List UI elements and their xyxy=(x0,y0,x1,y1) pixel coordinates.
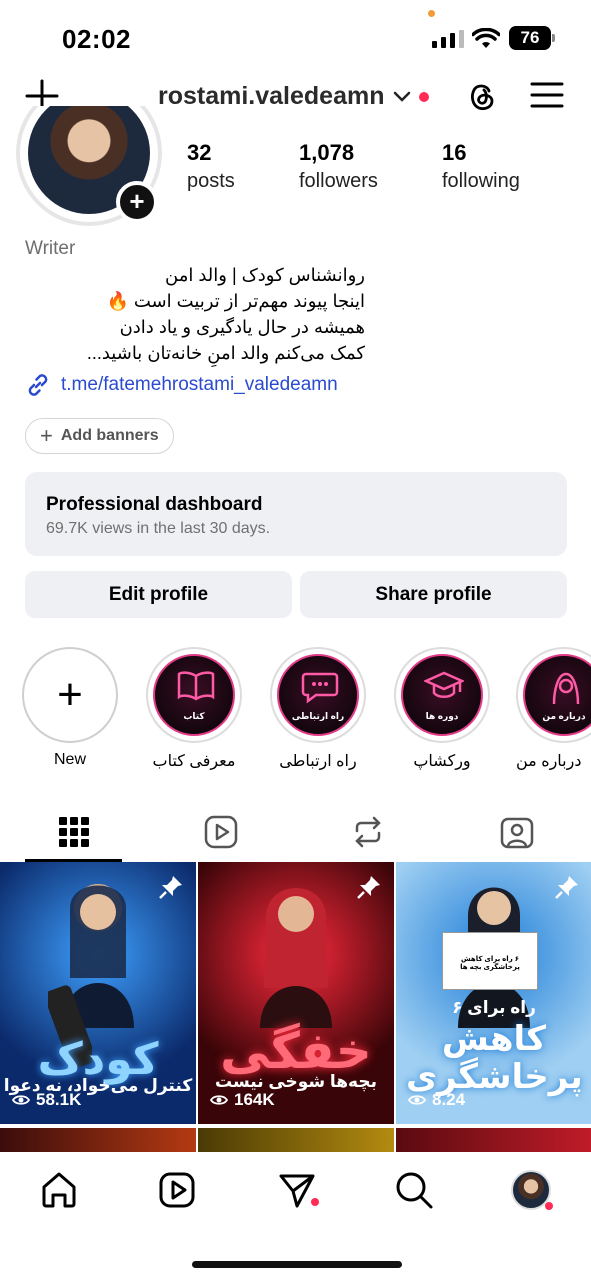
plus-icon: + xyxy=(40,423,53,448)
post-tile[interactable] xyxy=(198,1128,394,1152)
post-subline: ۶ راه برای xyxy=(452,998,536,1017)
post-views: 58.1K xyxy=(12,1090,81,1110)
stat-followers-label: followers xyxy=(299,170,378,192)
highlight-label: معرفی کتاب xyxy=(152,753,236,770)
stat-posts-label: posts xyxy=(187,170,235,192)
highlight-label: درباره من xyxy=(516,753,582,770)
chat-phone-icon xyxy=(301,672,339,704)
professional-dashboard[interactable]: Professional dashboard 69.7K views in th… xyxy=(25,472,567,556)
edit-profile-button[interactable]: Edit profile xyxy=(25,571,292,618)
views-count: 8.24 xyxy=(432,1090,466,1109)
stat-following-number: 16 xyxy=(442,140,467,165)
share-profile-button[interactable]: Share profile xyxy=(300,571,567,618)
stat-followers[interactable]: 1,078 followers xyxy=(299,140,378,193)
stat-posts-number: 32 xyxy=(187,140,212,165)
eye-icon xyxy=(210,1095,228,1105)
highlight-cover-caption: راه ارتباطی xyxy=(291,711,345,721)
bio-line: کمک می‌کنم والد امنِ خانه‌تان باشید... xyxy=(86,343,365,363)
threads-icon[interactable] xyxy=(464,78,500,114)
notification-dot xyxy=(418,91,429,102)
post-tile[interactable]: ۶ راه برای کاهش پرخاشگری بچه ها ۶ راه بر… xyxy=(396,862,591,1124)
status-time: 02:02 xyxy=(62,24,131,54)
pin-icon xyxy=(357,876,380,899)
reposts-tab[interactable] xyxy=(319,802,416,862)
highlight-cover-caption: درباره من xyxy=(542,711,586,721)
stat-following[interactable]: 16 following xyxy=(442,140,520,193)
post-views: 164K xyxy=(210,1090,275,1110)
graduation-cap-icon xyxy=(424,671,464,698)
username: rostami.valedeamn xyxy=(158,82,385,110)
highlight-book[interactable]: کتاب معرفی کتاب xyxy=(144,647,244,771)
bio-line: همیشه در حال یادگیری و یاد دادن xyxy=(119,317,365,337)
pin-icon xyxy=(555,876,578,899)
woman-avatar-icon xyxy=(552,672,580,705)
stat-following-label: following xyxy=(442,170,520,192)
add-story-button[interactable]: + xyxy=(116,181,158,223)
home-indicator xyxy=(192,1261,402,1268)
post-tile[interactable] xyxy=(0,1128,196,1152)
tagged-tab[interactable] xyxy=(468,802,565,862)
bio-line: روانشناس کودک | والد امن xyxy=(165,265,365,285)
eye-icon xyxy=(12,1095,30,1105)
chevron-down-icon xyxy=(393,91,410,102)
post-sign: ۶ راه برای کاهش پرخاشگری بچه ها xyxy=(442,932,538,990)
cellular-signal-icon xyxy=(432,30,464,48)
plus-icon: + xyxy=(57,670,83,719)
profile-notification-dot xyxy=(545,1202,553,1210)
battery-indicator: 76 xyxy=(509,26,555,50)
grid-tab[interactable] xyxy=(25,802,122,862)
post-subline: بچه‌ها شوخی نیست xyxy=(214,1072,377,1091)
dashboard-title: Professional dashboard xyxy=(46,494,263,515)
bio-line: اینجا پیوند مهم‌تر از تربیت است 🔥 xyxy=(106,291,365,311)
dashboard-subtitle: 69.7K views in the last 30 days. xyxy=(46,520,271,537)
post-tile[interactable]: کودک کنترل می‌خواد، نه دعوا 58.1K xyxy=(0,862,196,1124)
stat-followers-number: 1,078 xyxy=(299,140,355,165)
stat-posts[interactable]: 32 posts xyxy=(187,140,235,193)
highlight-cover-caption: دوره ها xyxy=(425,711,459,721)
grid-icon xyxy=(58,817,89,847)
reels-icon[interactable] xyxy=(157,1170,197,1210)
eye-icon xyxy=(408,1095,426,1105)
profile-category: Writer xyxy=(25,238,76,259)
highlight-workshop[interactable]: دوره ها ورکشاپ xyxy=(392,647,492,771)
pin-icon xyxy=(159,876,182,899)
highlight-label: راه ارتباطی xyxy=(279,753,357,770)
post-tile[interactable] xyxy=(396,1128,591,1152)
repost-icon xyxy=(354,816,381,848)
direct-notification-dot xyxy=(311,1198,319,1206)
recording-indicator xyxy=(428,10,435,17)
post-headline: کاهش پرخاشگری xyxy=(406,1020,583,1096)
profile-bio: روانشناس کودک | والد امن اینجا پیوند مهم… xyxy=(25,262,365,366)
person-illustration xyxy=(260,888,332,1028)
home-icon[interactable] xyxy=(39,1170,79,1210)
wifi-icon xyxy=(472,28,500,48)
book-icon xyxy=(177,671,215,701)
hamburger-menu-icon[interactable] xyxy=(530,80,564,110)
views-count: 58.1K xyxy=(36,1090,82,1109)
search-icon[interactable] xyxy=(394,1170,434,1210)
highlight-cover-caption: کتاب xyxy=(183,711,205,721)
views-count: 164K xyxy=(234,1090,275,1109)
post-views: 8.24 xyxy=(408,1090,465,1110)
tagged-person-icon xyxy=(500,817,533,849)
profile-link[interactable]: t.me/fatemehrostami_valedeamn xyxy=(25,372,338,398)
add-banners-label: Add banners xyxy=(60,427,159,444)
add-banners-button[interactable]: + Add banners xyxy=(25,418,174,454)
status-bar: 02:02 76 xyxy=(0,0,591,70)
reels-tab[interactable] xyxy=(172,802,269,862)
highlight-label: New xyxy=(53,751,86,768)
reels-icon xyxy=(204,815,237,849)
highlight-label: ورکشاپ xyxy=(413,753,471,770)
posts-grid: کودک کنترل می‌خواد، نه دعوا 58.1K خفگی ب… xyxy=(0,862,591,1152)
post-tile[interactable]: خفگی بچه‌ها شوخی نیست 164K xyxy=(198,862,394,1124)
link-icon xyxy=(28,374,48,396)
highlight-contact[interactable]: راه ارتباطی راه ارتباطی xyxy=(268,647,368,771)
highlight-new[interactable]: + New xyxy=(20,647,120,769)
profile-tabs xyxy=(0,802,591,862)
account-switcher[interactable]: rostami.valedeamn xyxy=(158,82,429,111)
highlight-about[interactable]: درباره من درباره من xyxy=(516,647,591,771)
profile-link-text: t.me/fatemehrostami_valedeamn xyxy=(61,374,338,395)
